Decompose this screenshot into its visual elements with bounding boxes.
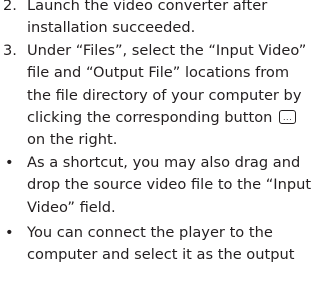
text-line: Under “Files”, select the “Input Video” xyxy=(27,41,307,59)
ellipsis-button-icon: ... xyxy=(279,110,297,125)
step-text: Launch the video converter after install… xyxy=(20,0,332,40)
text-line: on the right. xyxy=(27,131,118,149)
step-number: 2. xyxy=(3,0,17,14)
text-line: computer and select it as the output xyxy=(27,246,295,264)
step-number: 3. xyxy=(3,41,17,59)
tip-text: As a shortcut, you may also drag and dro… xyxy=(20,152,332,219)
text-line: drop the source video file to the “Input xyxy=(27,176,312,194)
tip-shortcut: • As a shortcut, you may also drag and d… xyxy=(0,152,332,219)
text-fragment: clicking the corresponding button xyxy=(27,109,273,127)
text-line: file and “Output File” locations from xyxy=(27,64,290,82)
text-line: Launch the video converter after xyxy=(27,0,268,14)
step-2: 2. Launch the video converter after inst… xyxy=(0,0,332,40)
step-3: 3. Under “Files”, select the “Input Vide… xyxy=(0,40,332,152)
text-line: Video” field. xyxy=(27,198,116,216)
tip-text: You can connect the player to the comput… xyxy=(20,222,332,267)
text-line: the file directory of your computer by xyxy=(27,86,302,104)
text-line: clicking the corresponding button ... xyxy=(27,107,332,129)
bullet-icon: • xyxy=(5,153,14,171)
text-line: installation succeeded. xyxy=(27,19,196,37)
bullet-icon: • xyxy=(5,224,14,242)
ellipsis-glyph: ... xyxy=(282,113,293,123)
text-line: As a shortcut, you may also drag and xyxy=(27,153,301,171)
instruction-page: 2. Launch the video converter after inst… xyxy=(0,0,332,267)
text-line: You can connect the player to the xyxy=(27,224,273,242)
tip-connect-player: • You can connect the player to the comp… xyxy=(0,222,332,267)
step-text: Under “Files”, select the “Input Video” … xyxy=(20,40,332,152)
